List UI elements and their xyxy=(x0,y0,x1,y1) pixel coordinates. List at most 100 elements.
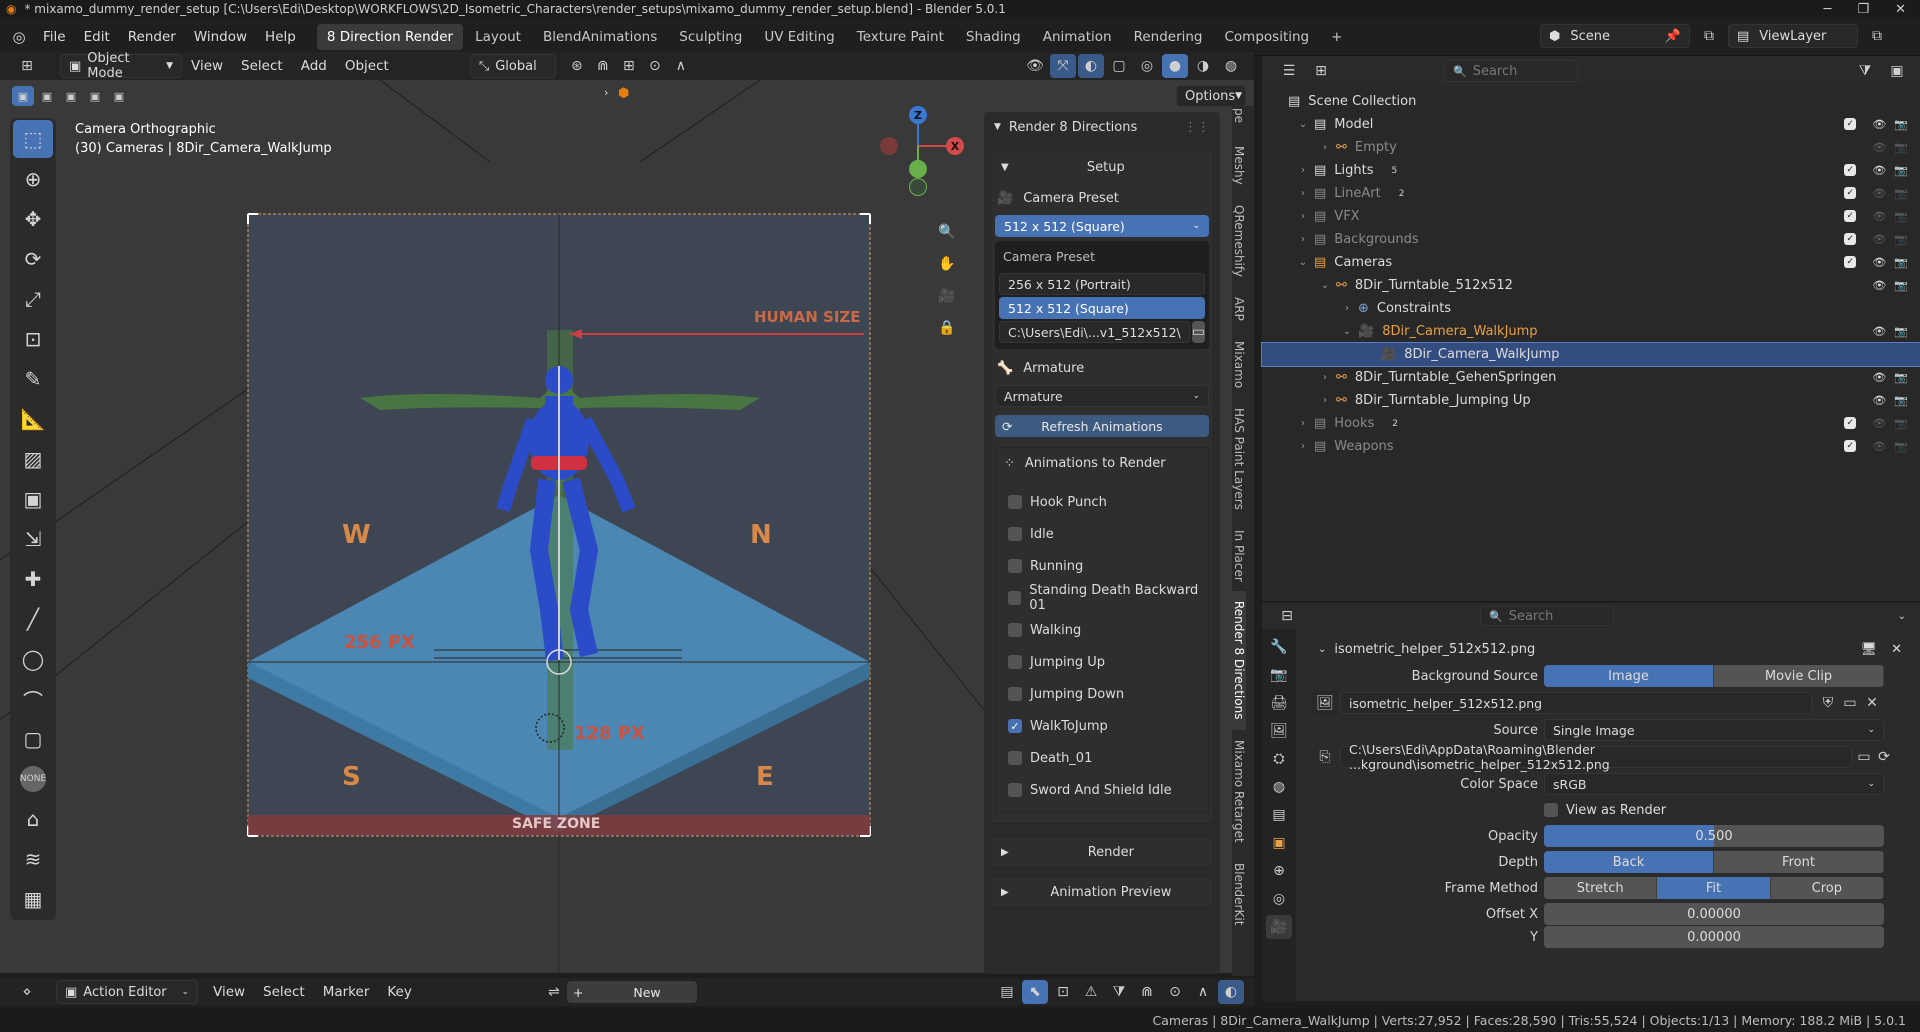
animation-item[interactable]: ✓ WalkToJump xyxy=(996,710,1208,742)
eye-icon[interactable]: 👁 xyxy=(1872,187,1886,200)
filter-icon[interactable]: ⧩ xyxy=(1852,59,1878,83)
cube-tool-icon[interactable]: ▣ xyxy=(13,480,53,518)
expand-toggle-icon[interactable]: › xyxy=(1340,303,1354,314)
outliner-row[interactable]: ⌄ 🎥 8Dir_Camera_WalkJump 👁 📷 xyxy=(1262,320,1920,343)
extrude-tool-icon[interactable]: ⇲ xyxy=(13,520,53,558)
folder-icon[interactable]: ▭ xyxy=(1191,321,1205,343)
summary-icon[interactable]: ▤ xyxy=(994,980,1020,1004)
animation-item[interactable]: Hook Punch xyxy=(996,486,1208,518)
camera-data-tab-icon[interactable]: 🎥 xyxy=(1266,915,1292,939)
menu-render[interactable]: Render xyxy=(119,18,185,56)
grid-tool-icon[interactable]: ▦ xyxy=(13,880,53,918)
expand-toggle-icon[interactable]: › xyxy=(1318,372,1332,383)
menu-edit[interactable]: Edit xyxy=(75,18,119,56)
folder-icon[interactable]: ▭ xyxy=(1854,745,1874,769)
render-camera-icon[interactable]: 📷 xyxy=(1894,371,1908,384)
hand-pan-icon[interactable]: ✋ xyxy=(934,252,960,276)
render-tab-icon[interactable]: 📷 xyxy=(1266,663,1292,687)
pivot-icon[interactable]: ⊛ xyxy=(564,54,590,78)
animation-item[interactable]: Jumping Down xyxy=(996,678,1208,710)
offset-y-field[interactable]: 0.00000 xyxy=(1544,926,1884,948)
armature-dropdown[interactable]: Armature ⌄ xyxy=(995,385,1209,407)
select-subtract-icon[interactable]: ▣ xyxy=(60,86,82,106)
tab-qremeshify[interactable]: QRemeshify xyxy=(1232,195,1246,287)
folder-icon[interactable]: ▭ xyxy=(1840,691,1860,715)
new-scene-icon[interactable]: ⧉ xyxy=(1696,24,1722,48)
render-camera-icon[interactable]: 📷 xyxy=(1894,440,1908,453)
image-browse-icon[interactable]: 🖼 xyxy=(1312,691,1338,715)
outliner-row[interactable]: › ▤ Weapons ✓ 👁 📷 xyxy=(1262,435,1920,458)
tab-arp[interactable]: ARP xyxy=(1232,287,1246,331)
expand-toggle-icon[interactable]: › xyxy=(1296,211,1310,222)
panel-header[interactable]: ▼ Render 8 Directions ⋮⋮ xyxy=(984,112,1220,142)
tab-partial[interactable]: per xyxy=(1232,106,1246,124)
eye-icon[interactable]: 👁 xyxy=(1872,256,1886,269)
falloff-icon[interactable]: ∧ xyxy=(668,54,694,78)
animation-item[interactable]: Standing Death Backward 01 xyxy=(996,582,1208,614)
setup-header[interactable]: ▼ Setup xyxy=(991,151,1213,183)
tab-in-placer[interactable]: In Placer xyxy=(1232,520,1246,592)
tab-blenderkit[interactable]: BlenderKit xyxy=(1232,853,1246,935)
tab-has-paint-layers[interactable]: HAS Paint Layers xyxy=(1232,398,1246,520)
shading-rendered-icon[interactable]: ◍ xyxy=(1218,54,1244,78)
exclude-checkbox[interactable]: ✓ xyxy=(1844,187,1857,199)
close-icon[interactable]: ✕ xyxy=(1895,2,1906,17)
outliner-row[interactable]: ⌄ ▤ Model ✓ 👁 📷 xyxy=(1262,113,1920,136)
options-button[interactable]: Options ▼ xyxy=(1176,85,1246,107)
eye-icon[interactable]: 👁 xyxy=(1872,233,1886,246)
none-tool-icon[interactable]: NONE xyxy=(13,760,53,798)
expand-toggle-icon[interactable]: ⌄ xyxy=(1318,280,1332,291)
tab-mixamo[interactable]: Mixamo xyxy=(1232,331,1246,398)
hide-icon[interactable]: ⊡ xyxy=(1050,980,1076,1004)
outliner-row[interactable]: › ▤ VFX ✓ 👁 📷 xyxy=(1262,205,1920,228)
refresh-animations-button[interactable]: ⟳ Refresh Animations xyxy=(995,415,1209,437)
navigation-gizmo[interactable]: Z X xyxy=(880,104,980,214)
render-camera-icon[interactable]: 📷 xyxy=(1894,279,1908,292)
render-camera-icon[interactable]: 📷 xyxy=(1894,394,1908,407)
animation-checkbox[interactable] xyxy=(1008,527,1022,541)
exclude-checkbox[interactable]: ✓ xyxy=(1844,440,1857,452)
animation-item[interactable]: Running xyxy=(996,550,1208,582)
minimize-icon[interactable]: ─ xyxy=(1824,2,1832,17)
output-path-field[interactable]: C:\Users\Edi\...v1_512x512\ xyxy=(999,321,1190,343)
animation-preview-header[interactable]: ▶ Animation Preview xyxy=(990,876,1214,908)
shading-solid-icon[interactable]: ● xyxy=(1162,54,1188,78)
animation-checkbox[interactable]: ✓ xyxy=(1008,719,1022,733)
tool-tab-icon[interactable]: 🔧 xyxy=(1266,635,1292,659)
close-icon[interactable]: ✕ xyxy=(1891,642,1902,657)
add-workspace-icon[interactable]: + xyxy=(1321,24,1352,50)
view-layer-tab-icon[interactable]: 🖼 xyxy=(1266,719,1292,743)
add-cube-tool-icon[interactable]: ▨ xyxy=(13,440,53,478)
tab-compositing[interactable]: Compositing xyxy=(1215,24,1320,50)
chevron-right-icon[interactable]: › xyxy=(604,86,608,99)
monitor-icon[interactable]: 🖥 xyxy=(1861,642,1878,657)
animation-item[interactable]: Sword And Shield Idle xyxy=(996,774,1208,806)
measure-tool-icon[interactable]: 📐 xyxy=(13,400,53,438)
viewport-menu-add[interactable]: Add xyxy=(292,52,336,80)
eye-icon[interactable]: 👁 xyxy=(1872,394,1886,407)
render-camera-icon[interactable]: 📷 xyxy=(1894,325,1908,338)
select-box-tool-icon[interactable]: ⬚ xyxy=(13,120,53,158)
source-movie-clip-option[interactable]: Movie Clip xyxy=(1714,665,1884,687)
world-tab-icon[interactable]: ◍ xyxy=(1266,775,1292,799)
opacity-slider[interactable]: 0.500 xyxy=(1544,825,1884,847)
outliner-row[interactable]: › ⚯ 8Dir_Turntable_GehenSpringen 👁 📷 xyxy=(1262,366,1920,389)
properties-editor-icon[interactable]: ⊟ xyxy=(1274,604,1300,628)
scene-collection-row[interactable]: ▤ Scene Collection xyxy=(1262,90,1920,113)
addon-cube-icon[interactable]: ⬢ xyxy=(618,86,629,101)
proportional-icon[interactable]: ⊙ xyxy=(1162,980,1188,1004)
expand-toggle-icon[interactable]: › xyxy=(1318,142,1332,153)
tab-rendering[interactable]: Rendering xyxy=(1124,24,1213,50)
render-camera-icon[interactable]: 📷 xyxy=(1894,210,1908,223)
camera-preset-dropdown[interactable]: 512 x 512 (Square) ⌄ xyxy=(995,215,1209,237)
new-viewlayer-icon[interactable]: ⧉ xyxy=(1864,24,1890,48)
preset-option-portrait[interactable]: 256 x 512 (Portrait) xyxy=(999,273,1205,295)
frame-fit-option[interactable]: Fit xyxy=(1657,877,1771,899)
animation-checkbox[interactable] xyxy=(1008,655,1022,669)
viewport-menu-select[interactable]: Select xyxy=(232,52,292,80)
axis-y-icon[interactable] xyxy=(909,160,927,178)
filter-icon[interactable]: ⧩ xyxy=(1106,980,1132,1004)
constraints-tab-icon[interactable]: ⊕ xyxy=(1266,859,1292,883)
outliner-row[interactable]: ⌄ ⚯ 8Dir_Turntable_512x512 👁 📷 xyxy=(1262,274,1920,297)
expand-toggle-icon[interactable]: ⌄ xyxy=(1296,257,1310,268)
